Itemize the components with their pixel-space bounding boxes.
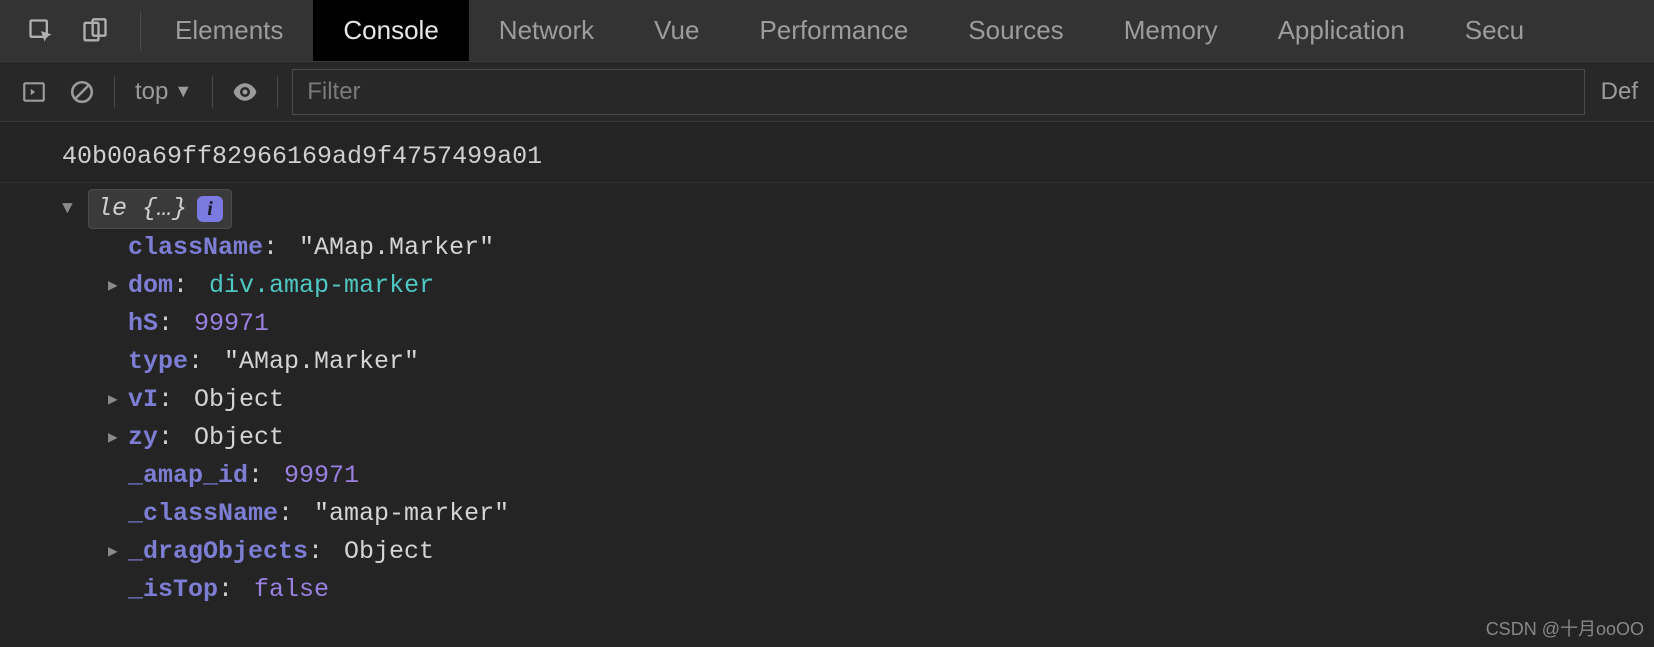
console-object: ▼ le {…} i className: "AMap.Marker" ▶ do… [0, 183, 1654, 609]
info-badge-icon[interactable]: i [197, 196, 223, 222]
expand-arrow-icon[interactable]: ▶ [108, 533, 128, 571]
object-header[interactable]: ▼ le {…} i [62, 189, 1654, 229]
clear-console-icon[interactable] [58, 68, 106, 116]
console-toolbar: top ▼ Def [0, 62, 1654, 122]
prop-vI[interactable]: ▶ vI: Object [108, 381, 1654, 419]
expand-toggle-icon[interactable]: ▼ [62, 190, 80, 228]
separator [212, 76, 213, 108]
tab-network[interactable]: Network [469, 0, 624, 61]
prop-_className[interactable]: _className: "amap-marker" [108, 495, 1654, 533]
toggle-device-icon[interactable] [68, 0, 122, 62]
tab-security[interactable]: Secu [1435, 0, 1554, 61]
toggle-sidebar-icon[interactable] [10, 68, 58, 116]
expand-arrow-icon[interactable]: ▶ [108, 419, 128, 457]
tab-performance[interactable]: Performance [729, 0, 938, 61]
tab-elements[interactable]: Elements [145, 0, 313, 61]
separator [277, 76, 278, 108]
tab-memory[interactable]: Memory [1094, 0, 1248, 61]
console-output: 40b00a69ff82966169ad9f4757499a01 ▼ le {…… [0, 122, 1654, 609]
log-levels-label[interactable]: Def [1595, 78, 1644, 106]
object-name: le {…} [97, 190, 187, 228]
tabs: Elements Console Network Vue Performance… [145, 0, 1554, 61]
prop-amap-id[interactable]: _amap_id: 99971 [108, 457, 1654, 495]
prop-zy[interactable]: ▶ zy: Object [108, 419, 1654, 457]
tab-application[interactable]: Application [1248, 0, 1435, 61]
console-log-line[interactable]: 40b00a69ff82966169ad9f4757499a01 [0, 132, 1654, 183]
live-expression-icon[interactable] [221, 68, 269, 116]
inspect-element-icon[interactable] [14, 0, 68, 62]
prop-isTop[interactable]: _isTop: false [108, 571, 1654, 609]
prop-dragObjects[interactable]: ▶ _dragObjects: Object [108, 533, 1654, 571]
separator [140, 11, 141, 51]
tab-sources[interactable]: Sources [938, 0, 1093, 61]
object-preview[interactable]: le {…} i [88, 189, 232, 229]
prop-hS[interactable]: hS: 99971 [108, 305, 1654, 343]
tabbar-icon-group [0, 0, 136, 61]
prop-type[interactable]: type: "AMap.Marker" [108, 343, 1654, 381]
devtools-tabbar: Elements Console Network Vue Performance… [0, 0, 1654, 62]
chevron-down-icon: ▼ [174, 81, 192, 102]
expand-arrow-icon[interactable]: ▶ [108, 267, 128, 305]
watermark: CSDN @十月ooOO [1486, 615, 1644, 641]
object-properties: className: "AMap.Marker" ▶ dom: div.amap… [62, 229, 1654, 609]
prop-dom[interactable]: ▶ dom: div.amap-marker [108, 267, 1654, 305]
filter-input[interactable] [292, 69, 1584, 115]
context-label: top [135, 78, 168, 106]
tab-console[interactable]: Console [313, 0, 468, 61]
separator [114, 76, 115, 108]
execution-context-selector[interactable]: top ▼ [123, 78, 204, 106]
prop-className[interactable]: className: "AMap.Marker" [108, 229, 1654, 267]
tab-vue[interactable]: Vue [624, 0, 729, 61]
expand-arrow-icon[interactable]: ▶ [108, 381, 128, 419]
